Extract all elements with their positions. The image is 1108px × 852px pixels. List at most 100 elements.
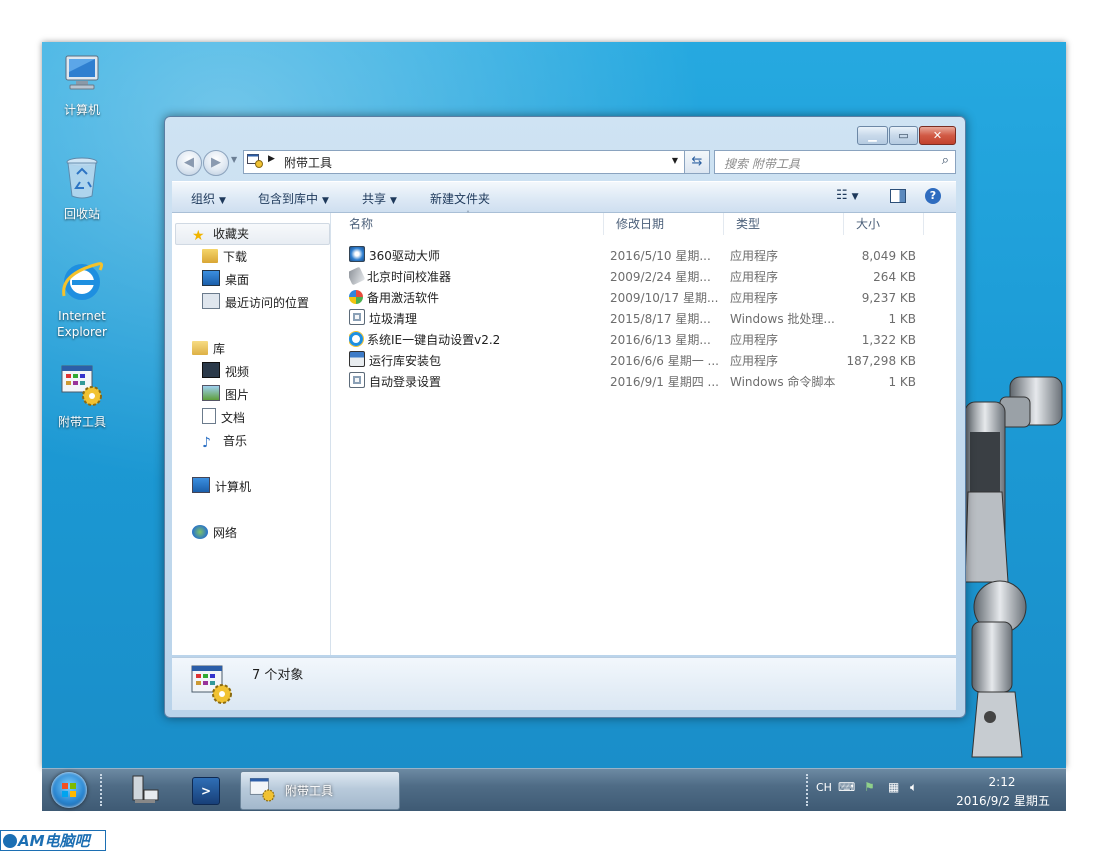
file-row[interactable]: 360驱动大师 2016/5/10 星期... 应用程序 8,049 KB <box>331 246 956 267</box>
organize-menu[interactable]: 组织 ▼ <box>191 190 226 207</box>
computer-icon <box>192 477 210 493</box>
refresh-button[interactable]: ⇆ <box>684 150 710 174</box>
file-date: 2016/6/6 星期一 ... <box>610 354 719 368</box>
forward-arrow-icon: ▶ <box>211 155 221 170</box>
file-type: 应用程序 <box>730 270 779 284</box>
clock-date[interactable]: 2016/9/2 星期五 <box>947 792 1059 809</box>
file-size: 1 KB <box>888 375 916 389</box>
nav-item-libraries[interactable]: 库 <box>192 339 225 359</box>
powershell-icon: > <box>200 784 212 798</box>
star-icon: ★ <box>192 228 205 244</box>
nav-item-downloads[interactable]: 下载 <box>202 247 247 267</box>
taskbar: > 附带工具 CH ⌨ ⚑ ▦ 🔈︎ 2:12 2016/9/2 星期五 <box>42 768 1066 811</box>
desktop-icon-label-line2: Explorer <box>57 325 107 339</box>
taskbar-pinned-server-manager[interactable] <box>130 774 160 806</box>
internet-explorer-icon <box>58 256 106 304</box>
breadcrumb-current[interactable]: 附带工具 <box>284 154 332 171</box>
file-type: Windows 批处理... <box>730 312 835 326</box>
file-row[interactable]: 北京时间校准器 2009/2/24 星期... 应用程序 264 KB <box>331 267 956 288</box>
column-header-type[interactable]: 类型 <box>724 213 844 235</box>
file-type: 应用程序 <box>730 333 779 347</box>
column-header-size[interactable]: 大小 <box>844 213 924 235</box>
forward-button[interactable]: ▶ <box>203 150 229 176</box>
keyboard-icon[interactable]: ⌨ <box>838 780 855 794</box>
file-row[interactable]: 自动登录设置 2016/9/1 星期四 ... Windows 命令脚本 1 K… <box>331 372 956 393</box>
address-bar[interactable]: ▶ 附带工具 ▼ <box>243 150 685 174</box>
gear-app-icon <box>349 246 365 262</box>
item-count: 7 个对象 <box>252 668 304 683</box>
nav-item-recent-places[interactable]: 最近访问的位置 <box>202 293 309 313</box>
batch-file-icon <box>349 309 365 325</box>
nav-item-desktop[interactable]: 桌面 <box>202 270 249 290</box>
preview-pane-button[interactable] <box>890 189 906 206</box>
windows-orb-icon <box>349 290 363 304</box>
pictures-icon <box>202 385 220 401</box>
file-row[interactable]: 系统IE一键自动设置v2.2 2016/6/13 星期... 应用程序 1,32… <box>331 330 956 351</box>
taskbar-gripper <box>100 774 106 806</box>
maximize-button[interactable]: ▭ <box>889 126 918 145</box>
network-icon <box>192 525 208 539</box>
file-name: 北京时间校准器 <box>367 270 452 284</box>
nav-item-videos[interactable]: 视频 <box>202 362 249 382</box>
address-dropdown-icon[interactable]: ▼ <box>672 156 678 165</box>
help-icon[interactable]: ? <box>925 188 941 204</box>
action-center-icon[interactable]: ⚑ <box>864 780 875 794</box>
tools-gear-icon <box>58 362 106 410</box>
desktop-icon-tools[interactable]: 附带工具 <box>42 362 122 430</box>
chevron-down-icon: ▼ <box>322 196 329 206</box>
clock-time[interactable]: 2:12 <box>982 775 1022 789</box>
refresh-icon: ⇆ <box>691 154 703 169</box>
file-type: 应用程序 <box>730 354 779 368</box>
computer-icon <box>58 50 106 98</box>
folder-tools-icon <box>247 154 263 168</box>
back-button[interactable]: ◀ <box>176 150 202 176</box>
history-dropdown-icon[interactable]: ▼ <box>231 155 237 164</box>
minimize-button[interactable]: ▁ <box>857 126 888 145</box>
file-size: 187,298 KB <box>846 354 916 368</box>
volume-icon[interactable]: 🔈︎ <box>910 780 917 795</box>
nav-item-music[interactable]: ♪ 音乐 <box>202 431 247 451</box>
nav-item-computer[interactable]: 计算机 <box>192 477 251 497</box>
explorer-window: ▁ ▭ ✕ ◀ ▶ ▼ ▶ 附带工具 ▼ ⇆ 搜索 附带工具 ⌕ 组织 ▼ 包含到… <box>164 116 966 718</box>
recent-places-icon <box>202 293 220 309</box>
taskbar-window-tools[interactable]: 附带工具 <box>240 771 400 810</box>
file-size: 9,237 KB <box>861 291 916 305</box>
search-input[interactable]: 搜索 附带工具 ⌕ <box>714 150 956 174</box>
language-indicator[interactable]: CH <box>816 781 832 794</box>
desktop-icon-label: 回收站 <box>63 207 100 221</box>
search-placeholder: 搜索 附带工具 <box>724 157 800 171</box>
tray-gripper <box>806 774 812 806</box>
file-row[interactable]: 运行库安装包 2016/6/6 星期一 ... 应用程序 187,298 KB <box>331 351 956 372</box>
new-folder-button[interactable]: 新建文件夹 <box>430 190 490 207</box>
nav-item-favorites[interactable]: ★ 收藏夹 <box>192 224 249 244</box>
include-in-library-menu[interactable]: 包含到库中 ▼ <box>258 190 329 207</box>
network-tray-icon[interactable]: ▦ <box>888 780 899 794</box>
view-list-icon: ☷ <box>836 188 848 203</box>
nav-item-pictures[interactable]: 图片 <box>202 385 249 405</box>
file-date: 2016/5/10 星期... <box>610 249 711 263</box>
desktop-icon-computer[interactable]: 计算机 <box>42 50 122 118</box>
desktop-icon-recycle-bin[interactable]: 回收站 <box>42 154 122 222</box>
view-options-button[interactable]: ☷ ▼ <box>836 188 859 203</box>
desktop-icon-label: 计算机 <box>63 103 100 117</box>
breadcrumb-separator-icon[interactable]: ▶ <box>268 154 275 164</box>
desktop-icon-label: 附带工具 <box>57 415 106 429</box>
start-button[interactable] <box>51 772 87 808</box>
file-row[interactable]: 垃圾清理 2015/8/17 星期... Windows 批处理... 1 KB <box>331 309 956 330</box>
taskbar-pinned-powershell[interactable]: > <box>192 777 220 805</box>
share-menu[interactable]: 共享 ▼ <box>362 190 397 207</box>
nav-item-network[interactable]: 网络 <box>192 523 237 543</box>
file-row[interactable]: 备用激活软件 2009/10/17 星期... 应用程序 9,237 KB <box>331 288 956 309</box>
installer-icon <box>349 351 365 367</box>
details-pane: 7 个对象 <box>172 657 956 710</box>
nav-item-documents[interactable]: 文档 <box>202 408 245 428</box>
desktop-folder-icon <box>202 270 220 286</box>
file-size: 8,049 KB <box>861 249 916 263</box>
column-header-date[interactable]: 修改日期 <box>604 213 724 235</box>
column-header-name[interactable]: 名称 <box>337 213 604 235</box>
notification-area: CH ⌨ ⚑ ▦ 🔈︎ 2:12 2016/9/2 星期五 <box>802 769 1066 811</box>
close-icon: ✕ <box>932 129 943 142</box>
desktop-icon-internet-explorer[interactable]: Internet Explorer <box>42 256 122 340</box>
file-date: 2015/8/17 星期... <box>610 312 711 326</box>
close-button[interactable]: ✕ <box>919 126 956 145</box>
